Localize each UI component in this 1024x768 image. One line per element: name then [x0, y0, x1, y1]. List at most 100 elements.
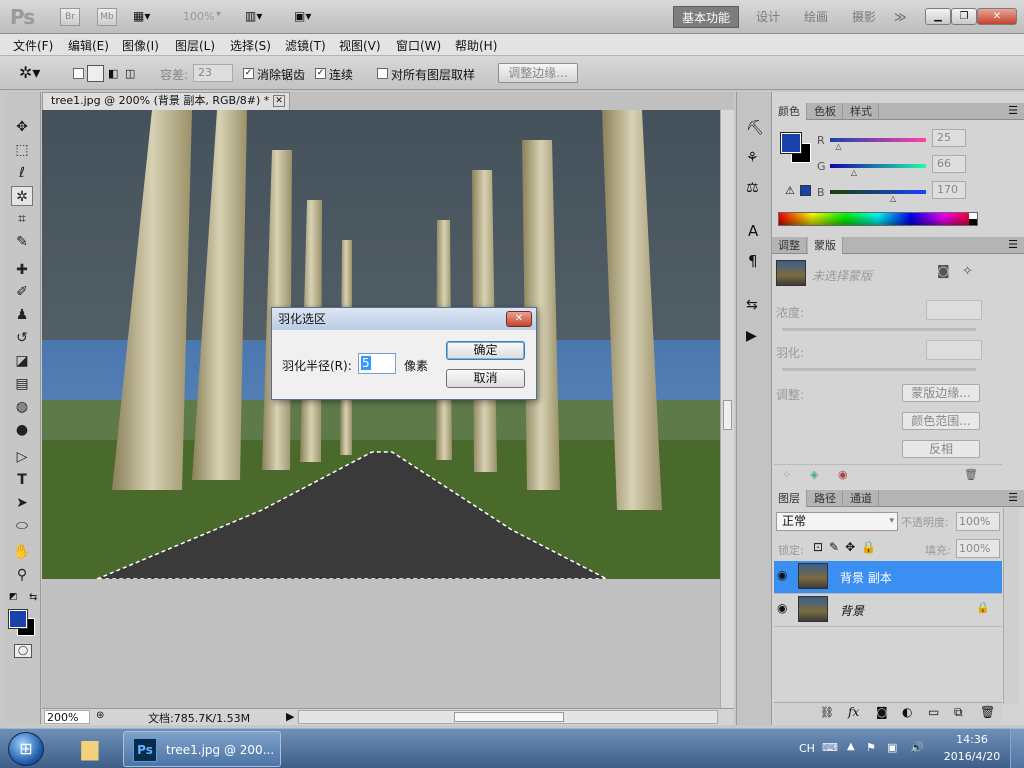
zoom-chevron-icon[interactable]: ▾: [216, 9, 221, 20]
type-tool-icon[interactable]: T: [11, 470, 33, 490]
minimize-icon[interactable]: ▁: [925, 8, 951, 25]
clock-time[interactable]: 14:36: [942, 733, 1002, 746]
dialog-close-icon[interactable]: ✕: [506, 311, 532, 327]
tab-color[interactable]: 颜色: [772, 103, 807, 120]
r-value-input[interactable]: 25: [932, 129, 966, 147]
marquee-tool-icon[interactable]: ⬚: [11, 140, 33, 160]
vertical-scroll-thumb[interactable]: [723, 400, 732, 430]
intersect-selection-icon[interactable]: ◫: [125, 67, 135, 80]
menu-layer[interactable]: 图层(L): [175, 37, 215, 54]
workspace-more[interactable]: ≫: [894, 6, 907, 28]
foreground-color-swatch[interactable]: [8, 609, 28, 629]
menu-image[interactable]: 图像(I): [122, 37, 159, 54]
tab-styles[interactable]: 样式: [844, 103, 879, 120]
g-value-input[interactable]: 66: [932, 155, 966, 173]
ellipse-tool-icon[interactable]: ⬭: [11, 516, 33, 536]
animation-panel-icon[interactable]: ▶: [746, 328, 757, 344]
density-slider[interactable]: [782, 328, 976, 331]
clock-date[interactable]: 2016/4/20: [940, 750, 1004, 763]
g-slider-thumb[interactable]: △: [851, 168, 857, 177]
new-group-icon[interactable]: ▭: [928, 705, 939, 719]
tab-channels[interactable]: 通道: [844, 490, 879, 507]
workspace-painting[interactable]: 绘画: [804, 6, 828, 28]
layer-row[interactable]: ◉ 背景 副本: [774, 561, 1002, 594]
pen-tool-icon[interactable]: ▷: [11, 447, 33, 467]
menu-filter[interactable]: 滤镜(T): [285, 37, 326, 54]
out-of-gamut-icon[interactable]: ⚠: [785, 184, 795, 197]
mask-feather-input[interactable]: [926, 340, 982, 360]
g-slider[interactable]: [830, 164, 926, 168]
feather-radius-input[interactable]: 5: [358, 353, 396, 374]
status-menu-arrow-icon[interactable]: ▶: [286, 710, 294, 723]
tab-masks[interactable]: 蒙版: [808, 237, 843, 254]
b-value-input[interactable]: 170: [932, 181, 966, 199]
color-range-button[interactable]: 颜色范围...: [902, 412, 980, 430]
eyedropper-tool-icon[interactable]: ✎: [11, 232, 33, 252]
path-selection-icon[interactable]: ➤: [11, 493, 33, 513]
tool-presets-icon[interactable]: ⇆: [746, 297, 758, 313]
layer-style-icon[interactable]: fx: [848, 705, 859, 719]
delete-mask-icon[interactable]: 🗑: [964, 468, 978, 481]
layers-panel-menu-icon[interactable]: ☰: [1008, 491, 1018, 504]
pixel-mask-icon[interactable]: ◙: [937, 264, 950, 279]
crop-tool-icon[interactable]: ⌗: [11, 209, 33, 229]
restore-icon[interactable]: ❐: [951, 8, 977, 25]
tab-swatches[interactable]: 色板: [808, 103, 843, 120]
b-slider[interactable]: [830, 190, 926, 194]
character-panel-icon[interactable]: A: [748, 222, 758, 240]
layer-name[interactable]: 背景: [840, 602, 864, 619]
tab-paths[interactable]: 路径: [808, 490, 843, 507]
healing-brush-icon[interactable]: ✚: [11, 260, 33, 280]
horizontal-scrollbar[interactable]: [298, 710, 718, 724]
status-info-icon[interactable]: ⊛: [96, 710, 104, 721]
tab-layers[interactable]: 图层: [772, 490, 807, 507]
contiguous-checkbox[interactable]: ✓: [315, 68, 326, 79]
dodge-tool-icon[interactable]: ●: [11, 420, 33, 440]
keyboard-icon[interactable]: ⌨: [822, 741, 838, 754]
show-desktop-button[interactable]: [1010, 729, 1024, 768]
magic-wand-tool-icon[interactable]: ✲: [11, 186, 33, 206]
opacity-input[interactable]: 100%: [956, 512, 1000, 531]
bridge-button[interactable]: Br: [60, 8, 80, 26]
extras-icon[interactable]: ▦▾: [133, 9, 161, 25]
antialias-checkbox[interactable]: ✓: [243, 68, 254, 79]
disable-mask-icon[interactable]: ◉: [838, 468, 848, 481]
cancel-button[interactable]: 取消: [446, 369, 525, 388]
tab-adjustments[interactable]: 调整: [772, 237, 807, 254]
density-input[interactable]: [926, 300, 982, 320]
vector-mask-icon[interactable]: ✧: [962, 264, 973, 279]
add-mask-icon[interactable]: ◙: [876, 705, 888, 719]
move-tool-icon[interactable]: ✥: [11, 117, 33, 137]
clone-source-icon[interactable]: ⚖: [746, 180, 759, 196]
file-explorer-icon[interactable]: ▆: [68, 733, 112, 765]
layers-scrollbar[interactable]: [1003, 508, 1019, 704]
clone-stamp-icon[interactable]: ♟: [11, 305, 33, 325]
close-icon[interactable]: ✕: [977, 8, 1017, 25]
volume-icon[interactable]: 🔊: [910, 741, 924, 754]
layer-name[interactable]: 背景 副本: [840, 569, 892, 586]
zoom-level[interactable]: 100%: [183, 10, 214, 23]
actions-panel-icon[interactable]: ⚘: [746, 150, 759, 166]
color-fg-swatch[interactable]: [780, 132, 802, 154]
screen-mode-icon[interactable]: ▣▾: [294, 9, 311, 23]
load-selection-icon[interactable]: ⁘: [782, 468, 791, 481]
menu-select[interactable]: 选择(S): [230, 37, 271, 54]
menu-window[interactable]: 窗口(W): [396, 37, 441, 54]
delete-layer-icon[interactable]: 🗑: [980, 705, 995, 719]
invert-button[interactable]: 反相: [902, 440, 980, 458]
start-button[interactable]: ⊞: [8, 732, 44, 766]
hand-tool-icon[interactable]: ✋: [11, 542, 33, 562]
default-colors-icon[interactable]: ◩: [9, 592, 18, 602]
apply-mask-icon[interactable]: ◈: [810, 468, 818, 481]
eye-icon[interactable]: ◉: [777, 601, 787, 615]
zoom-tool-icon[interactable]: ⚲: [11, 565, 33, 585]
menu-edit[interactable]: 编辑(E): [68, 37, 109, 54]
history-panel-icon[interactable]: ⛏: [746, 120, 764, 136]
lasso-tool-icon[interactable]: ℓ: [11, 163, 33, 183]
eraser-tool-icon[interactable]: ◪: [11, 351, 33, 371]
swap-colors-icon[interactable]: ⇆: [29, 592, 37, 603]
document-tab[interactable]: tree1.jpg @ 200% (背景 副本, RGB/8#) * ✕: [42, 92, 290, 110]
network-icon[interactable]: ▣: [887, 741, 897, 754]
eye-icon[interactable]: ◉: [777, 568, 787, 582]
add-selection-icon[interactable]: [87, 65, 104, 82]
